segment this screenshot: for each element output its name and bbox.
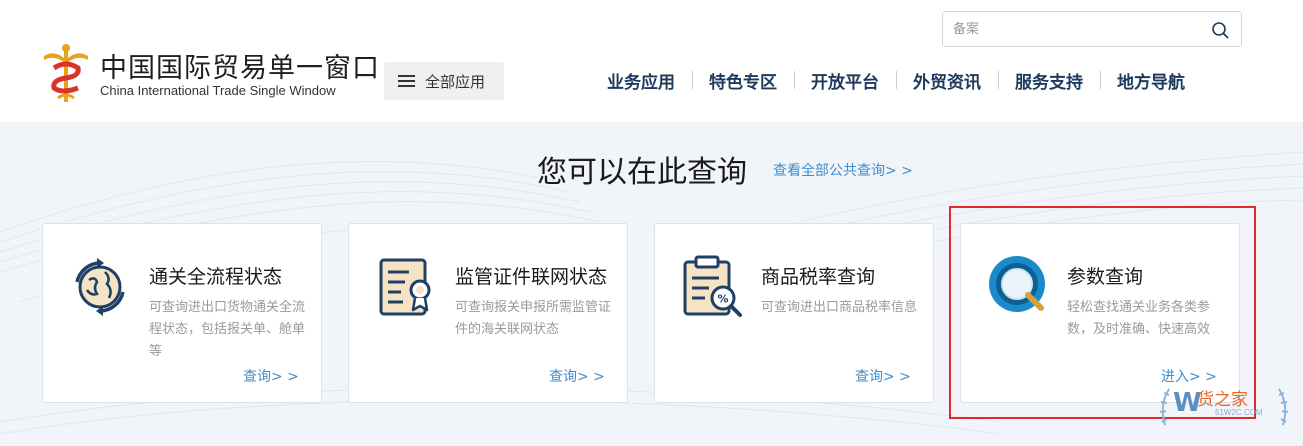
query-section: 您可以在此查询 查看全部公共查询> > 通关全流程状态 可查询进出口货物通关全流… xyxy=(0,122,1303,446)
all-apps-button[interactable]: 全部应用 xyxy=(384,62,504,100)
card-description: 可查询报关申报所需监管证件的海关联网状态 xyxy=(455,300,612,337)
logo-title-cn[interactable]: 中国国际贸易单一窗口 xyxy=(100,46,380,85)
nav-item-featured-zone[interactable]: 特色专区 xyxy=(692,68,794,93)
search-box xyxy=(942,11,1242,47)
all-apps-label: 全部应用 xyxy=(425,72,486,91)
card-query-link[interactable]: 查询> > xyxy=(549,366,605,386)
watermark: W 货之家 51W2C.COM xyxy=(1155,375,1295,441)
customs-emblem-icon xyxy=(44,44,88,102)
search-input[interactable] xyxy=(953,18,1203,40)
main-nav: 业务应用 特色专区 开放平台 外贸资讯 服务支持 地方导航 xyxy=(590,66,1202,94)
watermark-subtext: 51W2C.COM xyxy=(1215,408,1263,417)
card-commodity-tax-rate[interactable]: % 商品税率查询 可查询进出口商品税率信息 查询> > xyxy=(654,223,934,403)
hamburger-menu-icon xyxy=(398,75,415,87)
watermark-text: 货之家 xyxy=(1197,390,1248,410)
card-query-link[interactable]: 查询> > xyxy=(855,366,911,386)
globe-refresh-icon xyxy=(75,258,125,316)
nav-item-business-apps[interactable]: 业务应用 xyxy=(590,68,692,93)
section-title: 您可以在此查询 xyxy=(537,155,747,190)
card-description: 可查询进出口商品税率信息 xyxy=(761,300,918,315)
search-icon[interactable] xyxy=(1211,21,1229,39)
svg-text:%: % xyxy=(717,293,728,306)
nav-item-open-platform[interactable]: 开放平台 xyxy=(794,68,896,93)
logo-title-en[interactable]: China International Trade Single Window xyxy=(100,83,336,98)
header: 中国国际贸易单一窗口 China International Trade Sin… xyxy=(0,0,1303,122)
nav-item-trade-news[interactable]: 外贸资讯 xyxy=(896,68,998,93)
nav-item-service-support[interactable]: 服务支持 xyxy=(998,68,1100,93)
card-customs-clearance-status[interactable]: 通关全流程状态 可查询进出口货物通关全流程状态，包括报关单、舱单等 查询> > xyxy=(42,223,322,403)
card-query-link[interactable]: 查询> > xyxy=(243,366,299,386)
card-title: 通关全流程状态 xyxy=(149,266,283,288)
card-title: 商品税率查询 xyxy=(761,266,876,288)
card-title: 监管证件联网状态 xyxy=(455,266,608,288)
view-all-queries-link[interactable]: 查看全部公共查询> > xyxy=(773,160,913,180)
card-supervision-certificate-status[interactable]: 监管证件联网状态 可查询报关申报所需监管证件的海关联网状态 查询> > xyxy=(348,223,628,403)
nav-item-local-navigation[interactable]: 地方导航 xyxy=(1100,68,1202,93)
certificate-icon xyxy=(379,258,431,316)
card-description: 可查询进出口货物通关全流程状态，包括报关单、舱单等 xyxy=(149,300,306,359)
clipboard-percent-icon: % xyxy=(683,255,742,317)
